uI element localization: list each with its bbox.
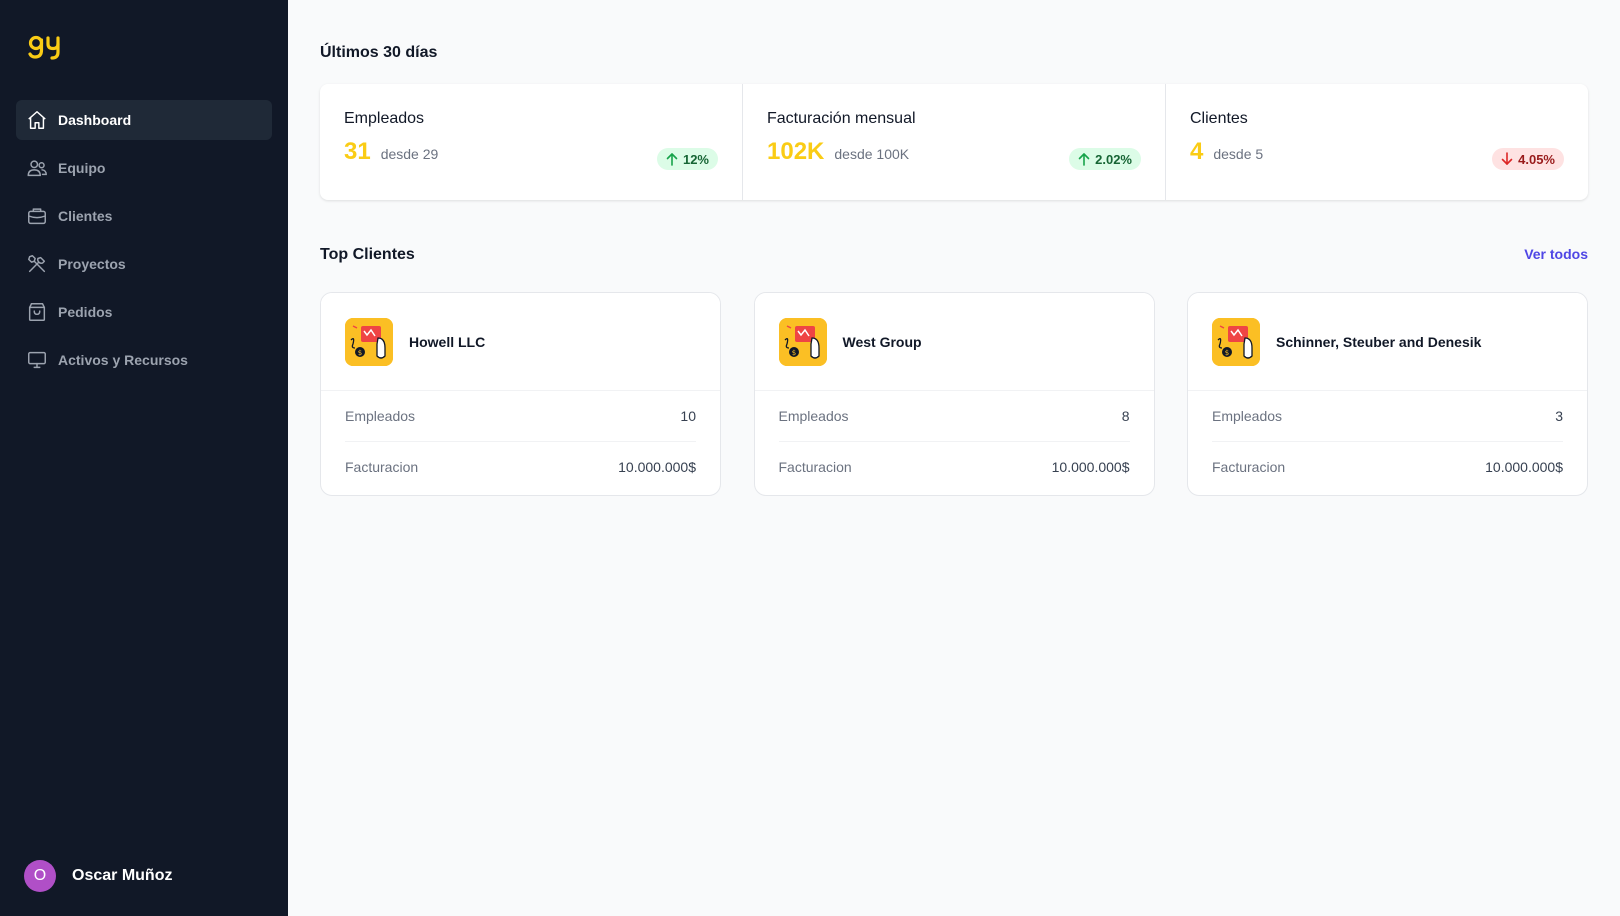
avatar[interactable]: O [24,860,56,892]
stat-label: Facturación mensual [767,110,916,127]
client-billing-row: Facturacion 10.000.000$ [345,441,696,491]
client-employees-label: Empleados [1212,408,1283,424]
client-logo: $ [345,317,393,366]
client-name: Schinner, Steuber and Denesik [1276,333,1482,350]
stat-facturacion: Facturación mensual 102K desde 100K 2.02… [743,84,1166,200]
user-profile[interactable]: O Oscar Muñoz [24,860,172,892]
stat-from: desde 5 [1213,146,1264,162]
client-card[interactable]: $ West Group Empleados 8 Facturacion 10.… [753,292,1155,496]
svg-text:$: $ [791,349,795,357]
arrow-up-icon [1078,153,1090,166]
sidebar-item-equipo[interactable]: Equipo [16,148,272,188]
client-card[interactable]: $ Howell LLC Empleados 10 Facturacion 10… [320,292,721,496]
logo-icon [28,35,60,60]
client-employees-row: Empleados 3 [1212,391,1563,441]
trend-badge: 12% [656,148,718,170]
sidebar-item-label: Pedidos [58,304,113,320]
client-employees-value: 10 [680,408,696,424]
client-employees-label: Empleados [778,408,849,424]
client-logo: $ [778,317,827,366]
client-logo-icon: $ [1212,317,1260,366]
client-billing-label: Facturacion [778,458,852,475]
tools-icon [26,253,48,275]
sidebar-item-label: Proyectos [58,256,126,272]
sidebar-item-pedidos[interactable]: Pedidos [16,292,272,332]
arrow-down-icon [1501,152,1513,165]
shopping-bag-icon [26,301,48,323]
client-billing-row: Facturacion 10.000.000$ [1212,441,1563,491]
trend-badge: 4.05% [1492,148,1564,170]
sidebar-item-dashboard[interactable]: Dashboard [16,100,272,140]
svg-text:$: $ [1225,349,1229,357]
trend-value: 12% [682,151,709,167]
app-logo[interactable] [28,34,64,62]
stats-panel: Empleados 31 desde 29 12% Facturación me… [320,84,1588,200]
sidebar-item-label: Activos y Recursos [58,352,188,368]
briefcase-icon [26,205,48,227]
stats-title: Últimos 30 días [320,44,438,61]
client-billing-row: Facturacion 10.000.000$ [778,441,1130,491]
stat-value: 4 [1190,138,1204,165]
home-icon [26,109,48,131]
stat-empleados: Empleados 31 desde 29 12% [320,84,743,200]
view-all-link[interactable]: Ver todos [1524,246,1588,262]
sidebar: Dashboard Equipo Clientes Proyectos Pedi… [0,0,288,916]
sidebar-item-label: Equipo [58,160,106,176]
stat-label: Empleados [344,110,425,127]
stat-from: desde 100K [834,146,910,162]
sidebar-item-label: Clientes [58,208,113,224]
monitor-icon [26,349,48,371]
client-logo: $ [1212,317,1260,366]
sidebar-nav: Dashboard Equipo Clientes Proyectos Pedi… [16,100,272,388]
stat-value: 31 [344,138,371,165]
client-employees-row: Empleados 10 [345,391,696,441]
client-card[interactable]: $ Schinner, Steuber and Denesik Empleado… [1187,292,1588,496]
user-name: Oscar Muñoz [72,867,173,884]
client-name: West Group [842,333,922,350]
client-billing-value: 10.000.000$ [1485,458,1563,475]
client-billing-label: Facturacion [1212,458,1286,475]
stat-from: desde 29 [380,146,439,162]
client-employees-value: 8 [1121,408,1130,424]
client-logo-icon: $ [778,317,827,366]
top-clients-title: Top Clientes [320,246,415,263]
main-content: Últimos 30 días Empleados 31 desde 29 12… [288,0,1620,916]
trend-value: 2.02% [1095,151,1132,167]
client-billing-label: Facturacion [345,458,419,475]
trend-value: 4.05% [1518,151,1555,167]
client-logo-icon: $ [345,317,393,366]
arrow-up-icon [666,153,678,166]
sidebar-item-activos-recursos[interactable]: Activos y Recursos [16,340,272,380]
clients-grid: $ Howell LLC Empleados 10 Facturacion 10… [320,292,1588,496]
sidebar-item-clientes[interactable]: Clientes [16,196,272,236]
sidebar-item-proyectos[interactable]: Proyectos [16,244,272,284]
sidebar-item-label: Dashboard [58,112,132,128]
client-billing-value: 10.000.000$ [618,458,696,475]
stat-value: 102K [767,138,825,165]
trend-badge: 2.02% [1069,148,1141,170]
svg-text:$: $ [358,349,362,357]
client-employees-value: 3 [1555,408,1563,424]
client-employees-label: Empleados [345,408,416,424]
stat-label: Clientes [1190,110,1248,127]
client-name: Howell LLC [409,333,486,350]
client-employees-row: Empleados 8 [779,391,1130,441]
stat-clientes: Clientes 4 desde 5 4.05% [1166,84,1588,200]
client-billing-value: 10.000.000$ [1051,458,1130,475]
users-icon [26,157,48,179]
